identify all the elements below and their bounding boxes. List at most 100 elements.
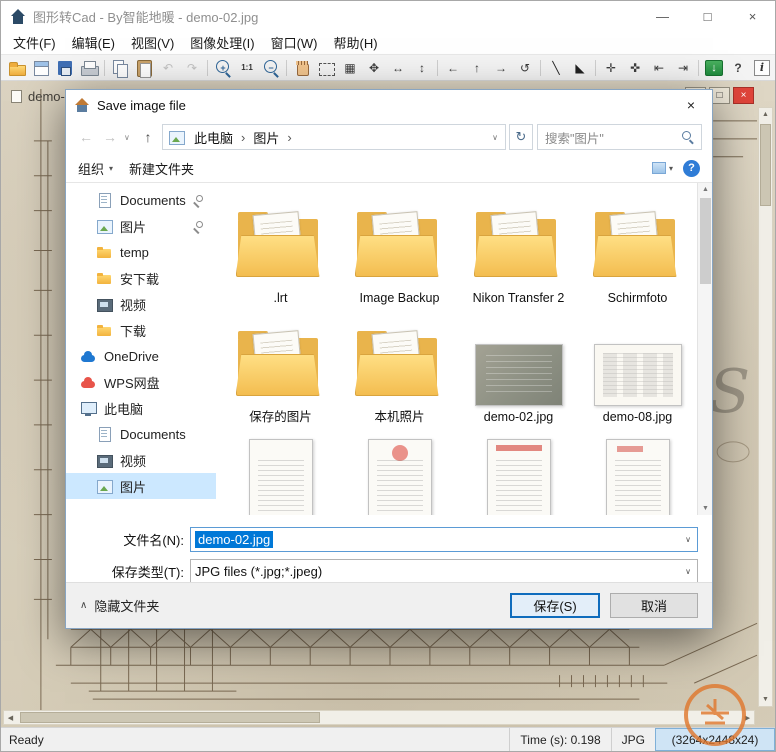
dialog-close-button[interactable]: × [670, 90, 712, 120]
last-point-icon[interactable]: ⇥ [672, 58, 694, 78]
breadcrumb-item[interactable]: 此电脑 [190, 126, 237, 149]
redo-icon[interactable]: ↷ [181, 58, 203, 78]
new-window-icon[interactable] [30, 58, 52, 78]
forward-button[interactable]: → [100, 129, 120, 145]
file-tile-Image Backup[interactable]: Image Backup [341, 191, 458, 306]
file-tile-Nikon Transfer 2[interactable]: Nikon Transfer 2 [460, 191, 577, 306]
draw-line-icon[interactable]: ╲ [545, 58, 567, 78]
zoom-actual-icon[interactable]: 1:1 [236, 58, 258, 78]
organize-button[interactable]: 组织 ▾ [78, 159, 113, 178]
file-tile-.lrt[interactable]: .lrt [222, 191, 339, 306]
grid-icon[interactable]: ▦ [339, 58, 361, 78]
stretch-v-icon[interactable]: ↕ [411, 58, 433, 78]
scroll-up-icon[interactable]: ▲ [698, 183, 712, 196]
file-tile[interactable] [341, 429, 458, 515]
sidebar-item-WPS网盘[interactable]: WPS网盘 [66, 369, 216, 395]
sidebar-item-temp[interactable]: temp [66, 239, 216, 265]
horizontal-scrollbar-thumb[interactable] [20, 712, 320, 723]
back-button[interactable]: ← [76, 129, 96, 145]
zoom-in-icon[interactable]: + [212, 58, 234, 78]
history-dropdown-icon[interactable]: ∨ [124, 133, 134, 142]
menu-item[interactable]: 帮助(H) [326, 30, 386, 55]
sidebar-item-图片[interactable]: 图片 [66, 213, 216, 239]
fill-triangle-icon[interactable]: ◣ [569, 58, 591, 78]
file-tile-demo-02.jpg[interactable]: demo-02.jpg [460, 310, 577, 425]
help-button[interactable]: ? [683, 159, 700, 177]
print-icon[interactable] [78, 58, 100, 78]
copy-icon[interactable] [109, 58, 131, 78]
file-tile-保存的图片[interactable]: 保存的图片 [222, 310, 339, 425]
select-region-icon[interactable] [315, 58, 337, 78]
file-tile[interactable] [460, 429, 577, 515]
sidebar-item-视频[interactable]: 视频 [66, 291, 216, 317]
zoom-out-icon[interactable]: − [260, 58, 282, 78]
arrow-left-icon[interactable]: ← [442, 58, 464, 78]
new-folder-button[interactable]: 新建文件夹 [129, 159, 194, 178]
help-icon[interactable]: ? [727, 58, 749, 78]
organize-label: 组织 [78, 161, 105, 177]
file-list-scrollbar[interactable]: ▲ ▼ [697, 183, 712, 515]
view-mode-button[interactable]: ▾ [651, 162, 673, 174]
address-bar[interactable]: 此电脑 › 图片 › ∨ [162, 124, 506, 150]
child-close-button[interactable]: × [733, 87, 754, 104]
scroll-right-icon[interactable]: ▶ [741, 711, 754, 724]
filetype-select[interactable]: JPG files (*.jpg;*.jpeg) ∨ [190, 559, 698, 584]
export-icon[interactable]: ↓ [703, 58, 725, 78]
menu-item[interactable]: 视图(V) [123, 30, 182, 55]
sidebar-item-视频[interactable]: 视频 [66, 447, 216, 473]
refresh-button[interactable]: ↻ [509, 124, 533, 150]
menu-item[interactable]: 编辑(E) [64, 30, 123, 55]
info-icon[interactable]: i [751, 58, 773, 78]
menu-item[interactable]: 图像处理(I) [182, 30, 262, 55]
filename-input[interactable]: demo-02.jpg ∨ [190, 527, 698, 552]
file-tile[interactable] [579, 429, 696, 515]
sidebar-item-下载[interactable]: 下载 [66, 317, 216, 343]
save-button[interactable]: 保存(S) [510, 593, 600, 618]
vertical-scrollbar[interactable]: ▲ ▼ [758, 107, 773, 707]
paste-icon[interactable] [133, 58, 155, 78]
search-box[interactable]: 搜索"图片" [537, 124, 702, 150]
file-list-scrollbar-thumb[interactable] [700, 198, 711, 284]
sidebar-item-安下载[interactable]: 安下载 [66, 265, 216, 291]
move-icon[interactable]: ✥ [363, 58, 385, 78]
scroll-left-icon[interactable]: ◀ [4, 711, 17, 724]
filetype-dropdown-icon[interactable]: ∨ [679, 560, 697, 583]
hide-folders-button[interactable]: ∧ 隐藏文件夹 [80, 596, 159, 615]
first-point-icon[interactable]: ⇤ [648, 58, 670, 78]
rotate-icon[interactable]: ↺ [514, 58, 536, 78]
file-name: 本机照片 [374, 410, 425, 424]
cancel-button[interactable]: 取消 [610, 593, 698, 618]
pan-icon[interactable] [291, 58, 313, 78]
open-icon[interactable] [6, 58, 28, 78]
close-button[interactable]: × [730, 1, 775, 31]
scroll-down-icon[interactable]: ▼ [759, 693, 772, 706]
breadcrumb-item[interactable]: 图片 [249, 126, 283, 149]
crosshair-b-icon[interactable]: ✜ [624, 58, 646, 78]
horizontal-scrollbar[interactable]: ◀ ▶ [3, 710, 755, 725]
menu-item[interactable]: 文件(F) [5, 30, 64, 55]
file-tile[interactable] [222, 429, 339, 515]
maximize-button[interactable]: □ [685, 1, 730, 31]
filename-dropdown-icon[interactable]: ∨ [679, 528, 697, 551]
file-tile-demo-08.jpg[interactable]: demo-08.jpg [579, 310, 696, 425]
minimize-button[interactable]: — [640, 1, 685, 31]
sidebar-item-Documents[interactable]: Documents [66, 187, 216, 213]
stretch-h-icon[interactable]: ↔ [387, 58, 409, 78]
address-dropdown-icon[interactable]: ∨ [492, 133, 500, 142]
file-tile-本机照片[interactable]: 本机照片 [341, 310, 458, 425]
crosshair-a-icon[interactable]: ✛ [600, 58, 622, 78]
vertical-scrollbar-thumb[interactable] [760, 124, 771, 206]
undo-icon[interactable]: ↶ [157, 58, 179, 78]
sidebar-item-此电脑[interactable]: 此电脑 [66, 395, 216, 421]
sidebar-item-Documents[interactable]: Documents [66, 421, 216, 447]
arrow-right-icon[interactable]: → [490, 58, 512, 78]
file-tile-Schirmfoto[interactable]: Schirmfoto [579, 191, 696, 306]
scroll-up-icon[interactable]: ▲ [759, 108, 772, 121]
sidebar-item-图片[interactable]: 图片 [66, 473, 216, 499]
arrow-up-icon[interactable]: ↑ [466, 58, 488, 78]
save-icon[interactable] [54, 58, 76, 78]
scroll-down-icon[interactable]: ▼ [698, 502, 712, 515]
up-button[interactable]: ↑ [138, 129, 158, 145]
sidebar-item-OneDrive[interactable]: OneDrive [66, 343, 216, 369]
menu-item[interactable]: 窗口(W) [263, 30, 326, 55]
